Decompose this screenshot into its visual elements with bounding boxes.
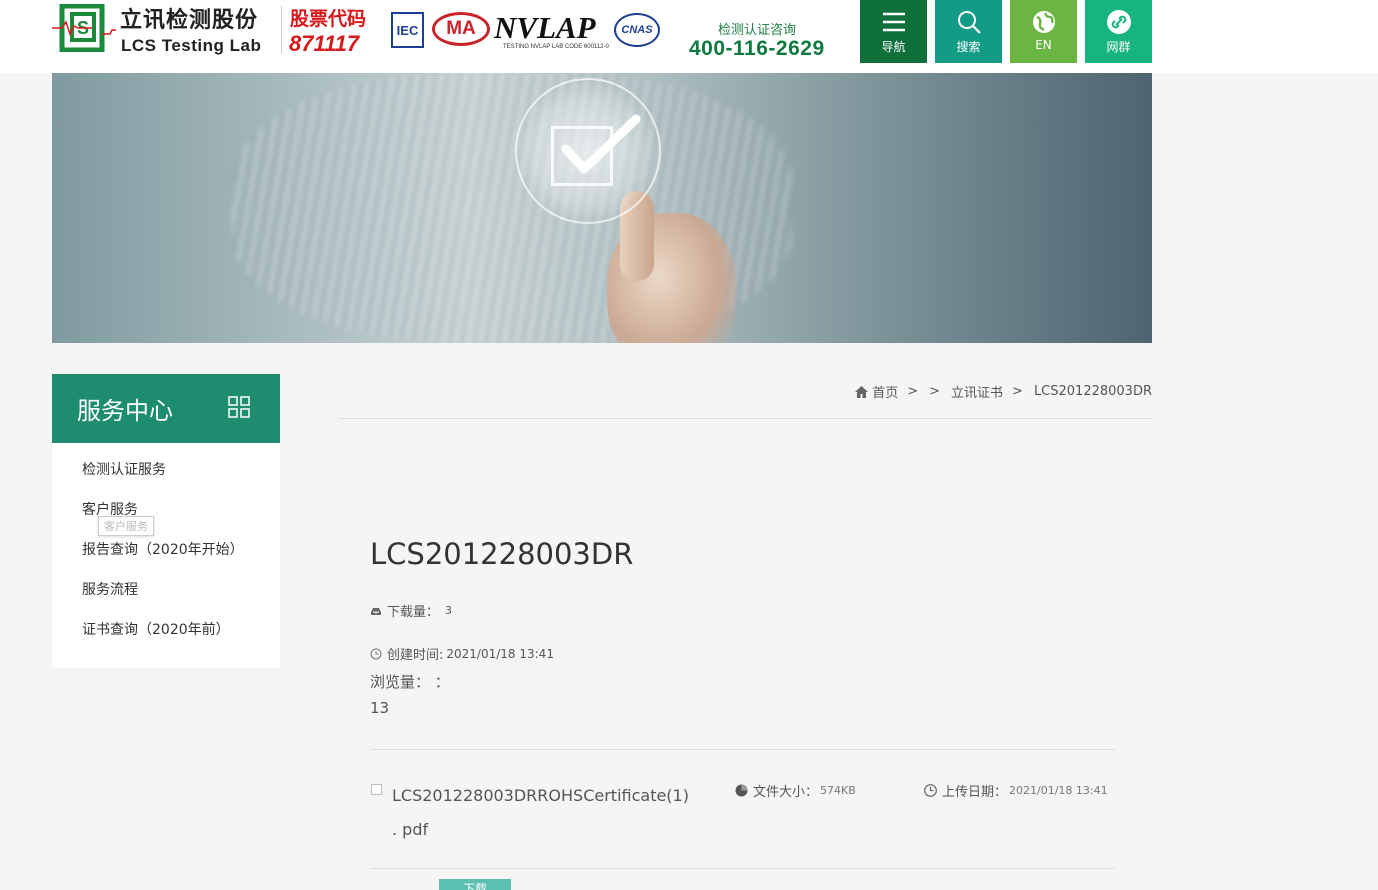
search-label: 搜索 bbox=[956, 40, 981, 54]
upload-date-value: 2021/01/18 13:41 bbox=[1009, 784, 1108, 797]
file-name-link[interactable]: LCS201228003DRROHSCertificate(1) . pdf bbox=[392, 779, 692, 847]
english-label: EN bbox=[1035, 38, 1052, 52]
grid-icon[interactable] bbox=[228, 396, 250, 418]
upload-date: 上传日期： 2021/01/18 13:41 bbox=[924, 781, 1108, 800]
breadcrumb-current: LCS201228003DR bbox=[1033, 384, 1152, 399]
nav-menu-label: 导航 bbox=[881, 40, 906, 54]
menu-icon bbox=[882, 12, 905, 32]
download-button[interactable]: 下载 bbox=[439, 879, 511, 890]
breadcrumb-separator: > bbox=[929, 384, 941, 399]
english-button[interactable]: EN bbox=[1010, 0, 1077, 63]
stock-code-value: 871117 bbox=[289, 31, 360, 56]
logo-divider bbox=[281, 6, 282, 54]
breadcrumb-home[interactable]: 首页 bbox=[872, 382, 898, 401]
network-label: 网群 bbox=[1106, 40, 1131, 54]
hotline-number[interactable]: 400-116-2629 bbox=[689, 37, 825, 61]
pie-chart-icon bbox=[735, 784, 748, 797]
sidebar-title-text: 服务中心 bbox=[77, 397, 173, 425]
cnas-cert-logo: CNAS bbox=[614, 13, 660, 47]
upload-date-label: 上传日期： bbox=[942, 785, 1008, 800]
breadcrumb-separator: > bbox=[907, 384, 919, 399]
sidebar-item-report-query[interactable]: 报告查询（2020年开始） bbox=[82, 539, 244, 559]
file-list-divider bbox=[370, 749, 1115, 750]
created-time-label: 创建时间: bbox=[387, 648, 444, 663]
breadcrumb-section[interactable]: 立讯证书 bbox=[951, 382, 1003, 401]
sidebar-menu: 检测认证服务 客户服务 报告查询（2020年开始） 服务流程 证书查询（2020… bbox=[52, 443, 280, 668]
logo-chinese-name[interactable]: 立讯检测股份 bbox=[120, 2, 258, 34]
breadcrumb: 首页 > > 立讯证书 > LCS201228003DR bbox=[855, 382, 1152, 401]
sidebar-title: 服务中心 bbox=[52, 374, 280, 443]
search-icon bbox=[957, 11, 981, 34]
view-count-value: 13 bbox=[370, 699, 390, 717]
file-row-divider bbox=[370, 868, 1115, 869]
clock-icon bbox=[370, 648, 382, 659]
hover-tooltip: 客户服务 bbox=[98, 516, 154, 536]
globe-icon bbox=[1032, 11, 1055, 33]
home-icon bbox=[855, 385, 869, 398]
view-count-label: 浏览量： ： bbox=[370, 673, 450, 691]
created-time-value: 2021/01/18 13:41 bbox=[446, 646, 554, 661]
link-icon bbox=[1106, 10, 1131, 34]
iec-cert-logo: IEC bbox=[391, 12, 424, 48]
nav-menu-button[interactable]: 导航 bbox=[860, 0, 927, 63]
file-size: 文件大小： 574KB bbox=[735, 781, 856, 800]
file-checkbox[interactable] bbox=[371, 784, 382, 795]
page-title: LCS201228003DR bbox=[370, 537, 634, 571]
sidebar-item-testing-service[interactable]: 检测认证服务 bbox=[82, 459, 166, 479]
stock-code-label: 股票代码 bbox=[290, 8, 367, 30]
breadcrumb-separator: > bbox=[1012, 384, 1023, 399]
download-count-label: 下载量： bbox=[387, 605, 440, 620]
download-count: 下载量： 3 bbox=[370, 601, 452, 620]
nvlap-lab-code: TESTING NVLAP LAB CODE 600112-0 bbox=[503, 44, 609, 50]
file-size-label: 文件大小： bbox=[753, 785, 819, 800]
file-size-value: 574KB bbox=[820, 784, 856, 797]
hero-banner bbox=[52, 73, 1152, 343]
download-count-value: 3 bbox=[445, 604, 453, 617]
checkmark-icon bbox=[561, 114, 641, 174]
sidebar-item-service-process[interactable]: 服务流程 bbox=[82, 579, 138, 599]
network-button[interactable]: 网群 bbox=[1085, 0, 1152, 63]
cma-cert-logo: MA bbox=[432, 12, 490, 46]
clock-icon bbox=[924, 784, 937, 797]
lcs-logo-icon[interactable]: S bbox=[52, 4, 116, 52]
hotline-label: 检测认证咨询 bbox=[718, 23, 797, 38]
sidebar-item-certificate-query[interactable]: 证书查询（2020年前） bbox=[82, 619, 230, 639]
breadcrumb-divider bbox=[338, 418, 1152, 419]
created-time: 创建时间: 2021/01/18 13:41 bbox=[370, 644, 554, 663]
logo-english-name[interactable]: LCS Testing Lab bbox=[121, 36, 261, 56]
inbox-icon bbox=[371, 607, 381, 615]
search-button[interactable]: 搜索 bbox=[935, 0, 1002, 63]
site-header: S 立讯检测股份 LCS Testing Lab 股票代码 871117 IEC… bbox=[0, 0, 1378, 73]
